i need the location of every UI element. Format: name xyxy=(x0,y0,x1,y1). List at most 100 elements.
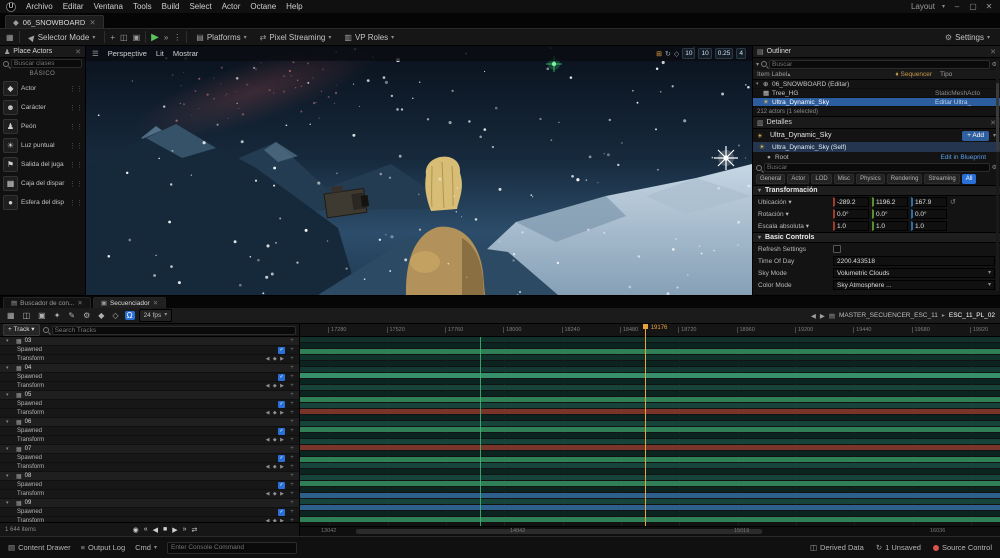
render-movie-icon[interactable]: ▣ xyxy=(36,311,48,320)
track-section-bar[interactable] xyxy=(300,403,1000,408)
menu-item-actor[interactable]: Actor xyxy=(217,2,246,11)
track-section-bar[interactable] xyxy=(300,481,1000,486)
component-root-row[interactable]: ● Root Edit in Blueprint xyxy=(753,152,1000,162)
keyframe-nav-icons[interactable]: ◀ ◆ ▶ xyxy=(266,356,285,362)
snap-badge-1[interactable]: 10 xyxy=(698,48,712,59)
outliner-row-06-snowboard-editar[interactable]: ▾ ⊕ 06_SNOWBOARD (Editar) xyxy=(753,80,1000,89)
track-row-spawned[interactable]: Spawned ✓ + xyxy=(0,373,299,382)
maximize-button[interactable]: ▢ xyxy=(968,2,978,11)
source-control-button[interactable]: Source Control xyxy=(932,543,992,552)
add-section-icon[interactable]: + xyxy=(288,446,296,452)
minimize-button[interactable]: – xyxy=(952,2,962,11)
content-drawer-button[interactable]: ▤ Content Drawer xyxy=(8,543,71,552)
scale-snap-icon[interactable]: ◇ xyxy=(674,50,679,58)
add-section-icon[interactable]: + xyxy=(288,500,296,506)
timeline-tracks-area[interactable] xyxy=(300,337,1000,526)
play-icon[interactable]: ▶ xyxy=(172,526,177,534)
snap-icon[interactable]: Ω xyxy=(124,311,135,320)
y-value-field[interactable]: 0.0° xyxy=(872,209,908,219)
snap-badge-2[interactable]: 0.25 xyxy=(714,48,734,59)
snap-badge-3[interactable]: 4 xyxy=(736,48,746,59)
place-actor-esfera-del-disp[interactable]: ● Esfera del disp ⋮⋮ xyxy=(0,193,85,212)
track-section-bar[interactable] xyxy=(300,337,1000,342)
menu-item-build[interactable]: Build xyxy=(157,2,185,11)
place-actor-car-cter[interactable]: ☻ Carácter ⋮⋮ xyxy=(0,98,85,117)
play-button[interactable]: ▶ xyxy=(151,32,159,43)
component-self-row[interactable]: ☀ Ultra_Dynamic_Sky (Self) xyxy=(753,142,1000,152)
track-row-spawned[interactable]: Spawned ✓ + xyxy=(0,400,299,409)
playback-mode-icon[interactable]: ⇄ xyxy=(192,526,198,534)
keyframe-nav-icons[interactable]: ◀ ◆ ▶ xyxy=(266,383,285,389)
edit-blueprint-link[interactable]: Edit in Blueprint xyxy=(940,154,986,161)
track-section-bar[interactable] xyxy=(300,463,1000,468)
outliner-row-tree-hg[interactable]: ▦ Tree_HG StaticMeshActo xyxy=(753,89,1000,98)
menu-item-archivo[interactable]: Archivo xyxy=(21,2,58,11)
play-options-icon[interactable]: ⋮ xyxy=(173,33,181,42)
viewport[interactable]: ☰ Perspective Lit Mostrar ⊞ ↻ ◇ 10 10 0.25… xyxy=(86,46,752,295)
track-group-03[interactable]: ▾ ▦ 03 + xyxy=(0,337,299,346)
color-mode-dropdown[interactable]: Sky Atmosphere ... ▾ xyxy=(833,280,995,290)
timeline-range-bar[interactable]: 13042 14042 15019 16036 xyxy=(300,526,1000,536)
track-section-bar[interactable] xyxy=(300,355,1000,360)
track-row-transform[interactable]: Transform ◀ ◆ ▶ + xyxy=(0,436,299,445)
add-key-icon[interactable]: + xyxy=(288,455,296,461)
outliner-search-input[interactable] xyxy=(769,59,990,69)
vp-roles-dropdown[interactable]: ▥ VP Roles ▾ xyxy=(340,32,398,43)
close-icon[interactable]: ✕ xyxy=(77,299,82,307)
track-row-spawned[interactable]: Spawned ✓ + xyxy=(0,427,299,436)
save-icon[interactable]: ▦ xyxy=(6,33,14,42)
track-section-bar[interactable] xyxy=(300,421,1000,426)
filter-chip-misc[interactable]: Misc xyxy=(833,174,855,184)
add-key-icon[interactable]: + xyxy=(288,464,296,470)
x-value-field[interactable]: -289.2 xyxy=(833,197,869,207)
select-object-icon[interactable]: ⊞ xyxy=(656,50,662,58)
timeline-marker[interactable] xyxy=(479,337,481,526)
place-actor-luz-puntual[interactable]: ☀ Luz puntual ⋮⋮ xyxy=(0,136,85,155)
console-command-input[interactable] xyxy=(167,541,297,554)
add-key-icon[interactable]: + xyxy=(288,356,296,362)
column-sequencer[interactable]: ♦ Sequencer xyxy=(895,71,932,78)
spawned-checkbox[interactable]: ✓ xyxy=(278,373,285,381)
track-section-bar[interactable] xyxy=(300,517,1000,522)
close-icon[interactable]: ✕ xyxy=(153,299,158,307)
blueprints-icon[interactable]: ◫ xyxy=(120,33,128,42)
add-section-icon[interactable]: + xyxy=(288,365,296,371)
track-section-bar[interactable] xyxy=(300,349,1000,354)
track-row-spawned[interactable]: Spawned ✓ + xyxy=(0,481,299,490)
cinematics-icon[interactable]: ▣ xyxy=(133,33,141,42)
track-section-bar[interactable] xyxy=(300,487,1000,492)
history-back-icon[interactable]: ◀ xyxy=(811,312,816,320)
y-value-field[interactable]: 1196.2 xyxy=(872,197,908,207)
range-slider[interactable] xyxy=(356,529,762,534)
viewport-options-icon[interactable]: ☰ xyxy=(92,49,99,58)
reset-to-default-icon[interactable]: ↺ xyxy=(950,198,956,206)
to-start-icon[interactable]: « xyxy=(144,526,148,534)
details-header[interactable]: ▥ Detalles ✕ xyxy=(753,117,1000,129)
show-dropdown[interactable]: Mostrar xyxy=(173,49,198,58)
z-value-field[interactable]: 167.9 xyxy=(911,197,947,207)
place-actors-search-input[interactable] xyxy=(11,59,82,68)
spawned-checkbox[interactable]: ✓ xyxy=(278,508,285,516)
filter-icon[interactable]: ▾ xyxy=(756,61,759,68)
menu-item-ventana[interactable]: Ventana xyxy=(89,2,128,11)
place-actor-salida-del-juga[interactable]: ⚑ Salida del juga ⋮⋮ xyxy=(0,155,85,174)
breadcrumb-root[interactable]: MASTER_SECUENCER_ESC_11 xyxy=(839,312,938,319)
add-key-icon[interactable]: + xyxy=(288,374,296,380)
place-actors-header[interactable]: ♟ Place Actors ✕ xyxy=(0,46,85,58)
track-section-bar[interactable] xyxy=(300,451,1000,456)
playhead[interactable] xyxy=(643,324,649,526)
keyframe-nav-icons[interactable]: ◀ ◆ ▶ xyxy=(266,491,285,497)
step-back-icon[interactable]: ◀ xyxy=(153,526,158,534)
track-section-bar[interactable] xyxy=(300,373,1000,378)
outliner-row-ultra-dynamic-sky[interactable]: ☀ Ultra_Dynamic_Sky Editar Ultra_ xyxy=(753,98,1000,107)
add-key-icon[interactable]: + xyxy=(288,437,296,443)
track-section-bar[interactable] xyxy=(300,397,1000,402)
place-actor-caja-del-dispar[interactable]: ▦ Caja del dispar ⋮⋮ xyxy=(0,174,85,193)
menu-item-select[interactable]: Select xyxy=(184,2,216,11)
filter-chip-general[interactable]: General xyxy=(756,174,786,184)
track-section-bar[interactable] xyxy=(300,505,1000,510)
add-track-button[interactable]: + Track ▾ xyxy=(3,324,40,336)
breadcrumb-current[interactable]: ESC_11_PL_02 xyxy=(949,312,995,319)
refresh-settings-checkbox[interactable] xyxy=(833,245,841,253)
add-section-icon[interactable]: + xyxy=(288,473,296,479)
